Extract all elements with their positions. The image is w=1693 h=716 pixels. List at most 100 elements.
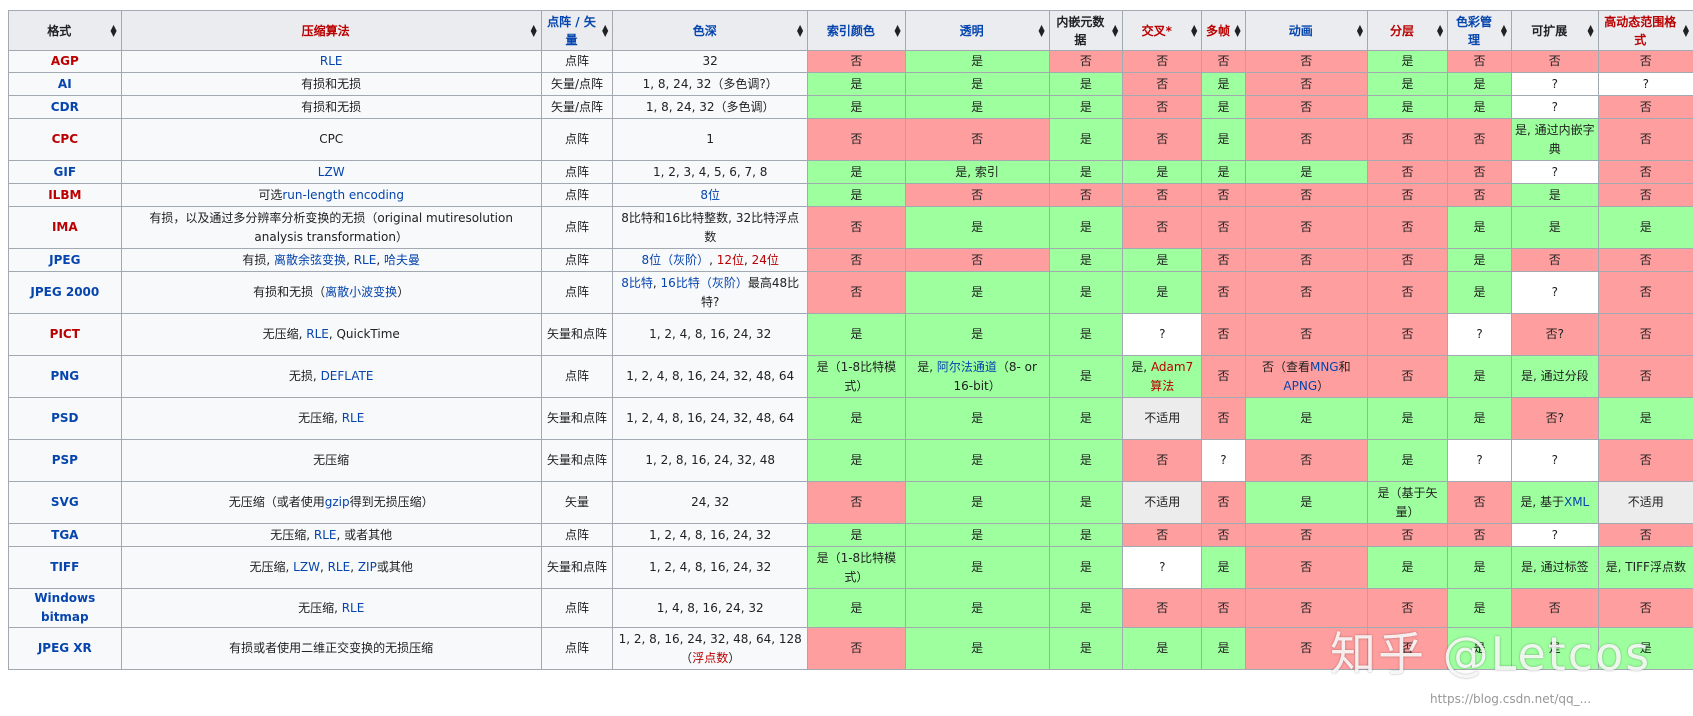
format-name-cell[interactable]: PSP — [8, 439, 122, 482]
format-name-cell[interactable]: TGA — [8, 523, 122, 547]
cell-link[interactable]: 16比特（灰阶） — [661, 276, 748, 290]
format-name-cell[interactable]: AI — [8, 72, 122, 96]
format-name-cell[interactable]: CDR — [8, 95, 122, 119]
table-cell: 是, 通过分段 — [1510, 355, 1599, 398]
sort-arrows-icon[interactable]: ▲ ▼ — [894, 23, 900, 37]
cell-link[interactable]: 阿尔法通道 — [937, 360, 997, 374]
format-name-cell[interactable]: TIFF — [8, 546, 122, 589]
format-name-cell[interactable]: JPEG 2000 — [8, 271, 122, 314]
cell-link[interactable]: 24位 — [752, 253, 779, 267]
table-cell: 矢量和点阵 — [540, 546, 614, 589]
sort-arrows-icon[interactable]: ▲ ▼ — [1191, 23, 1197, 37]
sort-arrows-icon[interactable]: ▲ ▼ — [1234, 23, 1240, 37]
format-name-cell[interactable]: Windows bitmap — [8, 588, 122, 628]
format-name-cell[interactable]: PICT — [8, 313, 122, 356]
table-cell: 点阵 — [540, 183, 614, 207]
table-cell: 是 — [807, 72, 906, 96]
cell-link[interactable]: RLE — [314, 528, 337, 542]
cell-link[interactable]: RLE — [328, 560, 351, 574]
column-header[interactable]: 动画 ▲ ▼ — [1244, 10, 1368, 51]
sort-arrows-icon[interactable]: ▲ ▼ — [531, 23, 537, 37]
format-name-cell[interactable]: JPEG XR — [8, 627, 122, 670]
column-header[interactable]: 高动态范围格式 ▲ ▼ — [1597, 10, 1693, 51]
column-header[interactable]: 可扩展 ▲ ▼ — [1510, 10, 1599, 51]
cell-text: , 或者其他 — [336, 527, 393, 542]
table-cell: 是 — [1048, 118, 1124, 161]
cell-link[interactable]: ZIP — [358, 560, 377, 574]
column-header[interactable]: 多帧 ▲ ▼ — [1201, 10, 1246, 51]
cell-link[interactable]: RLE — [354, 253, 377, 267]
table-cell: 否 — [1201, 397, 1246, 440]
format-name-cell[interactable]: CPC — [8, 118, 122, 161]
cell-link[interactable]: 8比特 — [621, 276, 653, 290]
column-header[interactable]: 分层 ▲ ▼ — [1366, 10, 1449, 51]
sort-arrows-icon[interactable]: ▲ ▼ — [797, 23, 803, 37]
table-cell: 是 — [904, 588, 1050, 628]
table-cell: 是 — [1447, 271, 1512, 314]
sort-arrows-icon[interactable]: ▲ ▼ — [1038, 23, 1044, 37]
format-name-cell[interactable]: PSD — [8, 397, 122, 440]
cell-link[interactable]: 离散余弦变换 — [274, 253, 346, 267]
cell-link[interactable]: RLE — [342, 411, 365, 425]
csdn-watermark: https://blog.csdn.net/qq_... — [1430, 692, 1592, 706]
table-cell: 是 — [1048, 546, 1124, 589]
cell-link[interactable]: RLE — [342, 601, 365, 615]
column-header[interactable]: 色彩管理 ▲ ▼ — [1447, 10, 1512, 51]
sort-arrows-icon[interactable]: ▲ ▼ — [110, 23, 116, 37]
table-cell: 否 — [807, 248, 906, 272]
column-header[interactable]: 色深 ▲ ▼ — [612, 10, 809, 51]
table-cell: 否 — [1048, 183, 1124, 207]
column-header-label: 色彩管理 — [1456, 14, 1493, 47]
format-name-cell[interactable]: GIF — [8, 160, 122, 184]
format-name-cell[interactable]: PNG — [8, 355, 122, 398]
table-cell: 否 — [1201, 523, 1246, 547]
column-header[interactable]: 索引颜色 ▲ ▼ — [807, 10, 906, 51]
cell-link[interactable]: RLE — [306, 327, 329, 341]
cell-link[interactable]: 浮点数 — [692, 651, 728, 665]
table-cell: 否 — [1366, 313, 1449, 356]
cell-link[interactable]: DEFLATE — [321, 369, 374, 383]
cell-link[interactable]: Adam7算法 — [1150, 360, 1193, 393]
cell-link[interactable]: MNG — [1310, 360, 1339, 374]
cell-link[interactable]: 哈夫曼 — [384, 253, 420, 267]
sort-arrows-icon[interactable]: ▲ ▼ — [1501, 23, 1507, 37]
table-cell: 否 — [1201, 481, 1246, 524]
sort-arrows-icon[interactable]: ▲ ▼ — [602, 23, 608, 37]
cell-link[interactable]: XML — [1564, 495, 1589, 509]
cell-link[interactable]: 8位（灰阶） — [641, 253, 709, 267]
format-name-cell[interactable]: IMA — [8, 206, 122, 249]
table-row: CDR 有损和无损 矢量/点阵 1, 8, 24, 32（多色调）是是是否是否是是? 否 — [8, 95, 1693, 119]
cell-text: 无压缩, — [262, 327, 307, 341]
table-cell: 否 — [1244, 523, 1368, 547]
sort-arrows-icon[interactable]: ▲ ▼ — [1112, 23, 1118, 37]
cell-link[interactable]: 离散小波变换 — [325, 285, 397, 299]
cell-link[interactable]: gzip — [325, 495, 350, 509]
column-header[interactable]: 格式 ▲ ▼ — [8, 10, 122, 51]
table-cell: ? — [1510, 72, 1599, 96]
column-header[interactable]: 交叉* ▲ ▼ — [1122, 10, 1203, 51]
cell-text: 得到无损压缩） — [349, 495, 434, 509]
sort-arrows-icon[interactable]: ▲ ▼ — [1437, 23, 1443, 37]
table-cell: 否 — [1366, 248, 1449, 272]
column-header[interactable]: 透明 ▲ ▼ — [904, 10, 1050, 51]
format-name-cell[interactable]: JPEG — [8, 248, 122, 272]
column-header[interactable]: 点阵 / 矢量 ▲ ▼ — [540, 10, 614, 51]
column-header[interactable]: 内嵌元数据 ▲ ▼ — [1048, 10, 1124, 51]
table-cell: 否 — [1597, 183, 1693, 207]
table-cell: 是 — [1244, 160, 1368, 184]
sort-arrows-icon[interactable]: ▲ ▼ — [1357, 23, 1363, 37]
table-cell: 否 — [904, 183, 1050, 207]
format-name-cell[interactable]: SVG — [8, 481, 122, 524]
cell-link[interactable]: APNG — [1283, 379, 1317, 393]
format-name-cell[interactable]: AGP — [8, 50, 122, 73]
cell-link[interactable]: run-length encoding — [282, 188, 404, 202]
table-cell: 是（1-8比特模式） — [807, 355, 906, 398]
sort-arrows-icon[interactable]: ▲ ▼ — [1683, 23, 1689, 37]
sort-arrows-icon[interactable]: ▲ ▼ — [1587, 23, 1593, 37]
table-cell: 否 — [1201, 183, 1246, 207]
cell-link[interactable]: 12位 — [717, 253, 744, 267]
cell-link[interactable]: LZW — [293, 560, 320, 574]
format-name-cell[interactable]: ILBM — [8, 183, 122, 207]
cell-text: 是, — [917, 359, 937, 374]
column-header[interactable]: 压缩算法 ▲ ▼ — [120, 10, 542, 51]
